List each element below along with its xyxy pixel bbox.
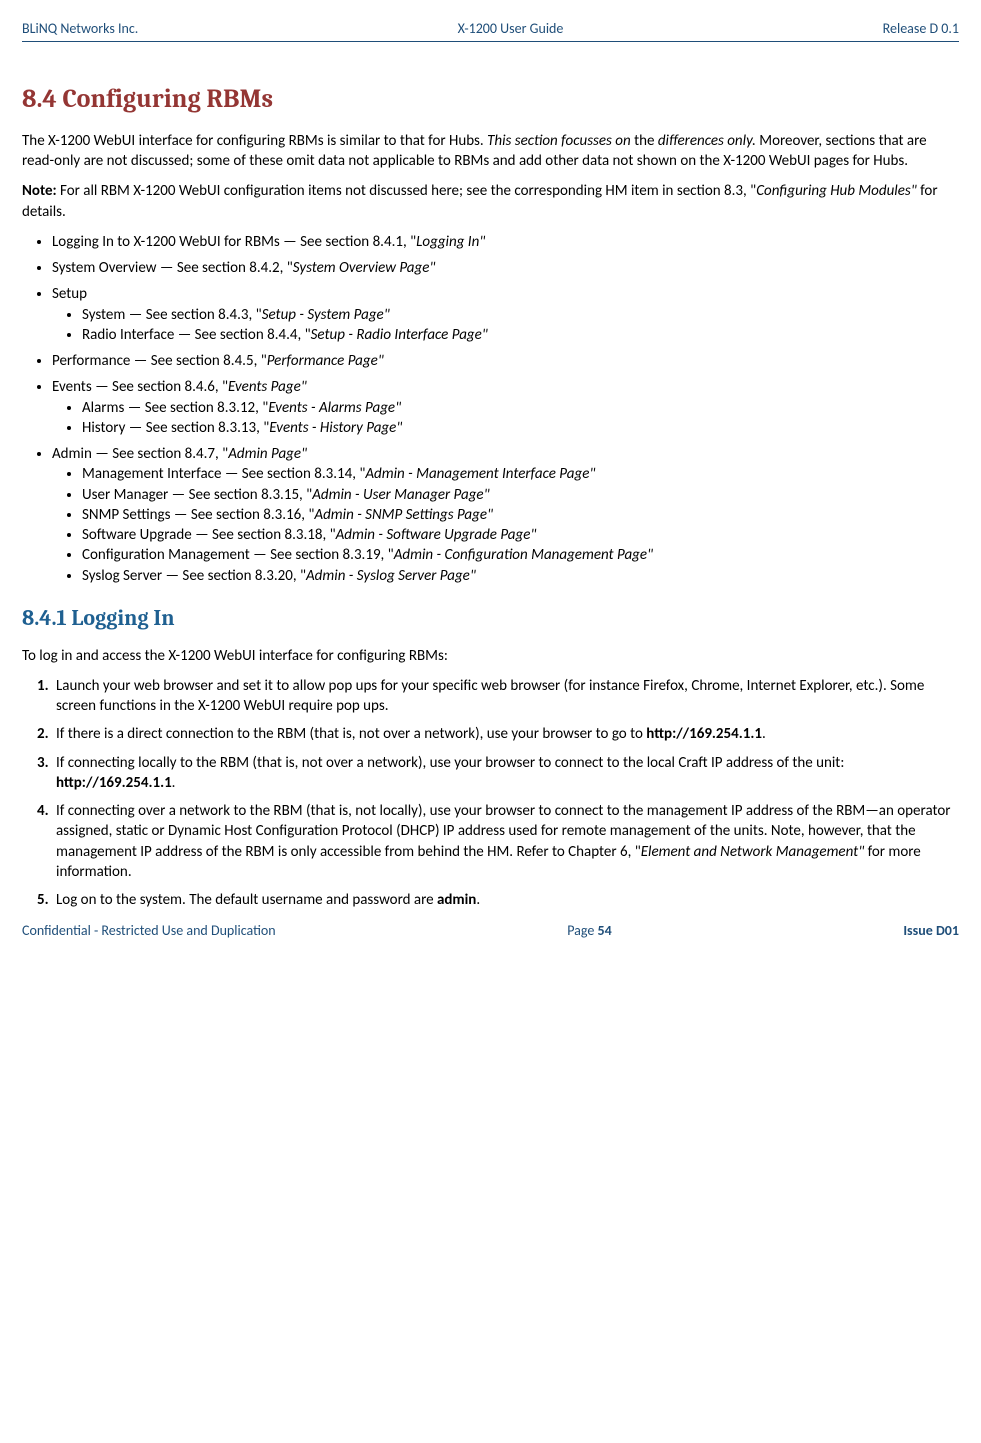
list-item: SNMP Settings — See section 8.3.16, "Adm… xyxy=(82,505,959,525)
step-2: If there is a direct connection to the R… xyxy=(52,724,959,744)
login-intro: To log in and access the X-1200 WebUI in… xyxy=(22,646,959,666)
heading-8-4-1: 8.4.1 Logging In xyxy=(22,604,959,634)
note-paragraph: Note: For all RBM X-1200 WebUI configura… xyxy=(22,181,959,222)
page-footer: Confidential - Restricted Use and Duplic… xyxy=(22,922,959,941)
list-item: Admin — See section 8.4.7, "Admin Page" … xyxy=(52,444,959,586)
login-steps: Launch your web browser and set it to al… xyxy=(22,676,959,911)
header-center: X-1200 User Guide xyxy=(458,20,564,39)
step-1: Launch your web browser and set it to al… xyxy=(52,676,959,717)
footer-left: Confidential - Restricted Use and Duplic… xyxy=(22,922,276,941)
list-item: User Manager — See section 8.3.15, "Admi… xyxy=(82,485,959,505)
list-item: Syslog Server — See section 8.3.20, "Adm… xyxy=(82,566,959,586)
intro-paragraph-1: The X-1200 WebUI interface for configuri… xyxy=(22,131,959,172)
list-item: Performance — See section 8.4.5, "Perfor… xyxy=(52,351,959,371)
list-item: Setup System — See section 8.4.3, "Setup… xyxy=(52,284,959,345)
list-item: Alarms — See section 8.3.12, "Events - A… xyxy=(82,398,959,418)
section-list: Logging In to X-1200 WebUI for RBMs — Se… xyxy=(22,232,959,586)
page-header: BLiNQ Networks Inc. X-1200 User Guide Re… xyxy=(22,20,959,42)
list-item: System — See section 8.4.3, "Setup - Sys… xyxy=(82,305,959,325)
step-4: If connecting over a network to the RBM … xyxy=(52,801,959,882)
footer-right: Issue D01 xyxy=(903,922,959,941)
footer-center: Page 54 xyxy=(567,922,611,941)
header-right: Release D 0.1 xyxy=(883,20,959,39)
list-item: Management Interface — See section 8.3.1… xyxy=(82,464,959,484)
step-5: Log on to the system. The default userna… xyxy=(52,890,959,910)
list-item: Configuration Management — See section 8… xyxy=(82,545,959,565)
list-item: Events — See section 8.4.6, "Events Page… xyxy=(52,377,959,438)
list-item: Radio Interface — See section 8.4.4, "Se… xyxy=(82,325,959,345)
heading-8-4: 8.4 Configuring RBMs xyxy=(22,82,959,117)
step-3: If connecting locally to the RBM (that i… xyxy=(52,753,959,794)
list-item: History — See section 8.3.13, "Events - … xyxy=(82,418,959,438)
header-left: BLiNQ Networks Inc. xyxy=(22,20,138,39)
list-item: System Overview — See section 8.4.2, "Sy… xyxy=(52,258,959,278)
list-item: Logging In to X-1200 WebUI for RBMs — Se… xyxy=(52,232,959,252)
list-item: Software Upgrade — See section 8.3.18, "… xyxy=(82,525,959,545)
